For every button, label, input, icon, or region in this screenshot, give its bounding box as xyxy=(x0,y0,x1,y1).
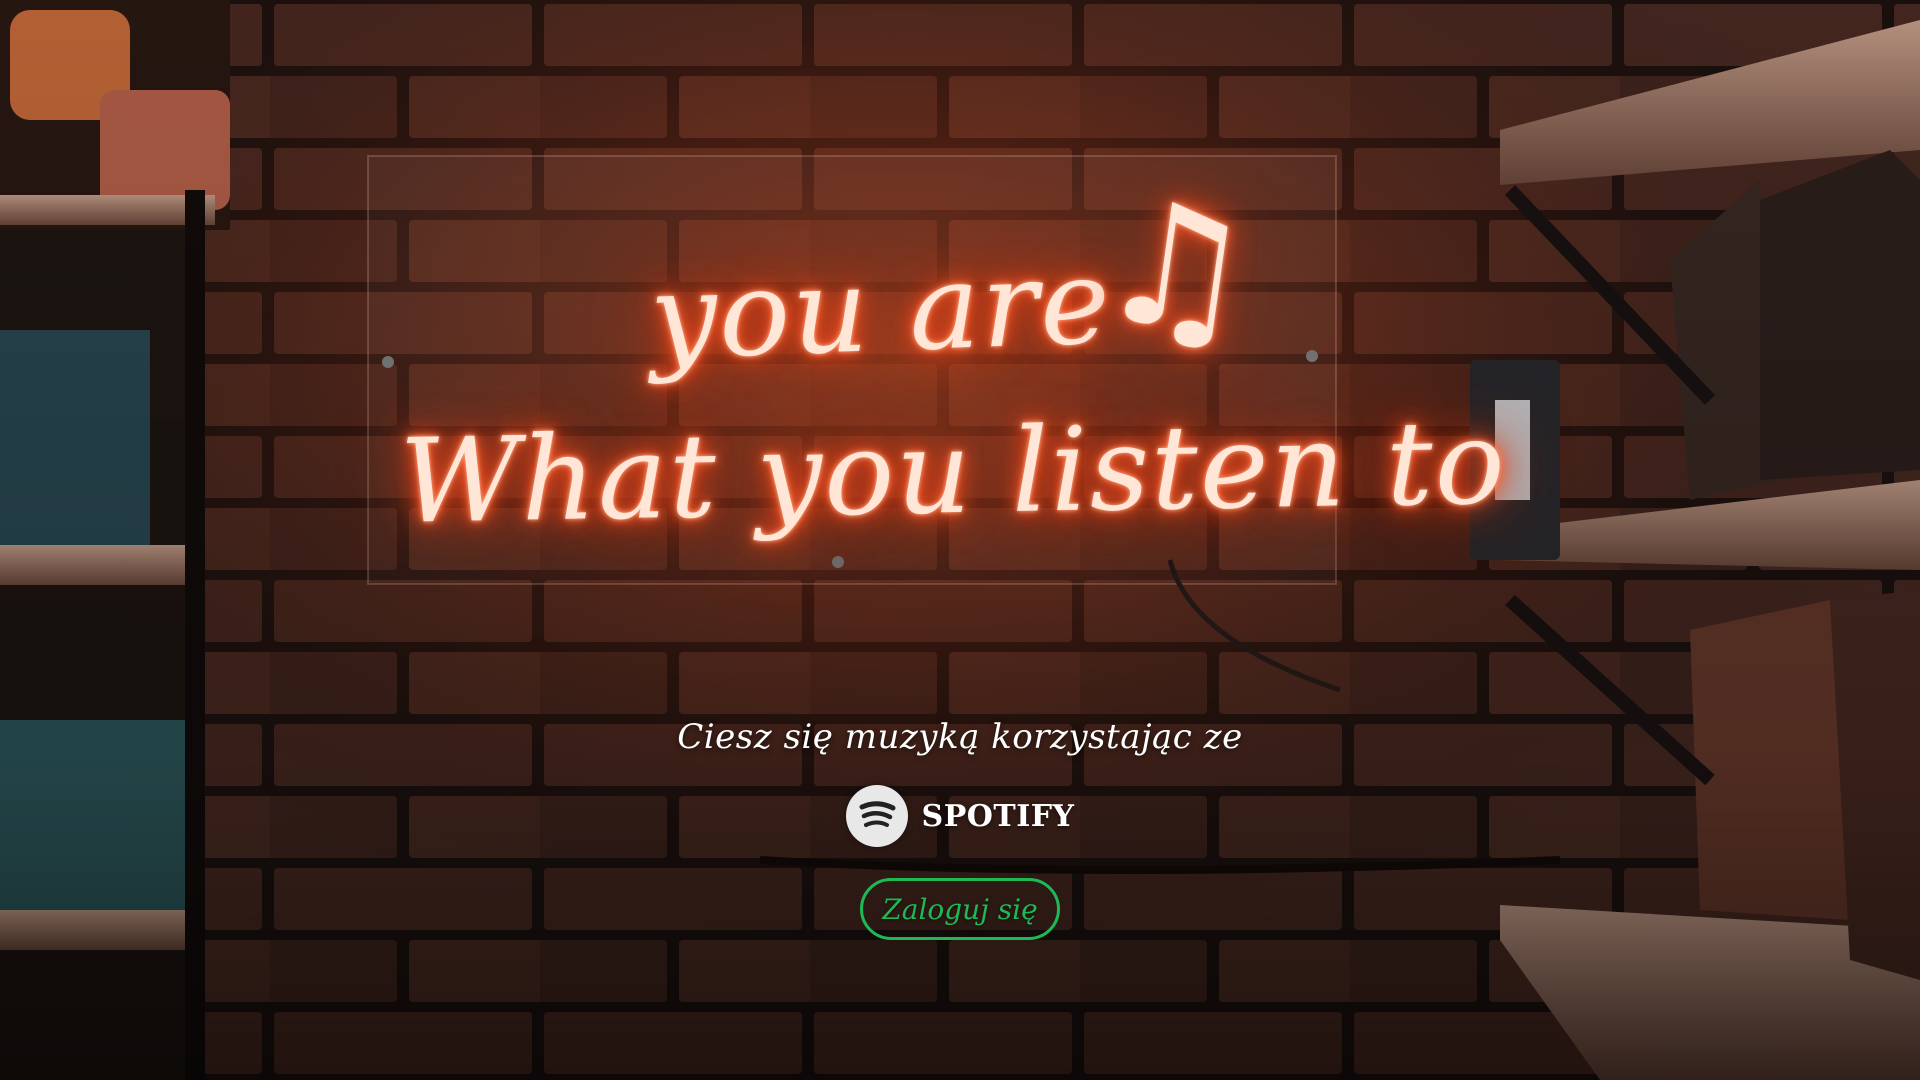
neon-sign: you are ♫ What you listen to xyxy=(360,150,1508,590)
login-page: you are ♫ What you listen to Ciesz się m… xyxy=(0,0,1920,1080)
neon-text-line-1: you are xyxy=(647,231,1115,387)
spotify-logo-icon xyxy=(845,785,908,847)
spotify-brand: SPOTIFY xyxy=(845,784,1075,848)
login-panel: Ciesz się muzyką korzystając ze SPOTIFY … xyxy=(0,710,1920,940)
tagline: Ciesz się muzyką korzystając ze xyxy=(677,717,1243,757)
neon-text-line-2: What you listen to xyxy=(398,395,1508,550)
music-note-icon: ♫ xyxy=(1086,160,1266,378)
login-button[interactable]: Zaloguj się xyxy=(860,878,1060,940)
brand-name: SPOTIFY xyxy=(921,798,1075,834)
